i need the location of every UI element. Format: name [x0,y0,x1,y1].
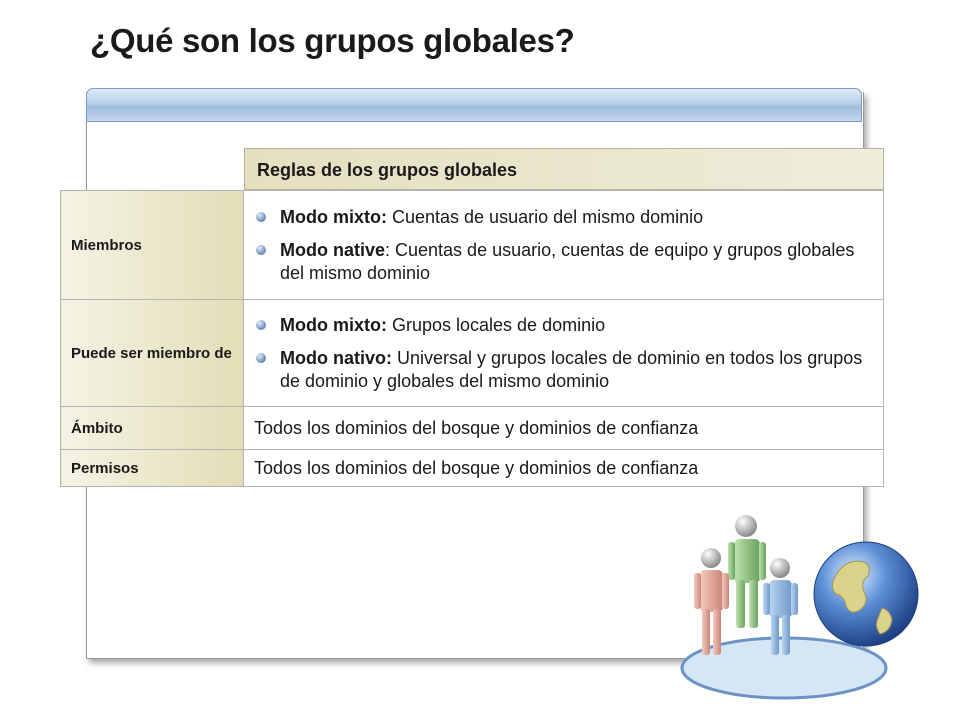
bullet-list: Modo mixto: Grupos locales de dominio Mo… [254,314,873,393]
bullet-dot-icon [256,244,266,255]
row-label: Miembros [60,190,244,300]
row-value: Todos los dominios del bosque y dominios… [243,449,884,487]
table-row: Puede ser miembro de Modo mixto: Grupos … [60,299,884,407]
bullet-dot-icon [256,211,266,222]
table-row: Ámbito Todos los dominios del bosque y d… [60,406,884,450]
bullet-term: Modo native [280,239,386,260]
list-item: Modo mixto: Grupos locales de dominio [254,314,873,337]
bullet-list: Modo mixto: Cuentas de usuario del mismo… [254,206,873,285]
rules-table-header: Reglas de los grupos globales [244,148,884,190]
row-label: Ámbito [60,406,244,450]
row-label: Puede ser miembro de [60,299,244,407]
row-value: Todos los dominios del bosque y dominios… [243,406,884,450]
row-value: Modo mixto: Grupos locales de dominio Mo… [243,299,884,407]
list-item: Modo native: Cuentas de usuario, cuentas… [254,239,873,285]
row-value: Modo mixto: Cuentas de usuario del mismo… [243,190,884,300]
bullet-text: Grupos locales de dominio [386,314,606,335]
bullet-term: Modo mixto: [280,206,387,227]
rules-table: Miembros Modo mixto: Cuentas de usuario … [60,190,884,487]
bullet-dot-icon [256,319,266,330]
list-item: Modo mixto: Cuentas de usuario del mismo… [254,206,873,229]
row-label: Permisos [60,449,244,487]
list-item: Modo nativo: Universal y grupos locales … [254,347,873,393]
bullet-term: Modo mixto: [280,314,387,335]
slide-title: ¿Qué son los grupos globales? [90,22,575,59]
users-globe-clipart [680,515,919,700]
table-row: Miembros Modo mixto: Cuentas de usuario … [60,190,884,300]
panel-title-bar [86,88,862,122]
bullet-text: Cuentas de usuario del mismo dominio [386,206,704,227]
bullet-dot-icon [256,352,266,363]
bullet-term: Modo nativo: [280,347,392,368]
table-row: Permisos Todos los dominios del bosque y… [60,449,884,487]
